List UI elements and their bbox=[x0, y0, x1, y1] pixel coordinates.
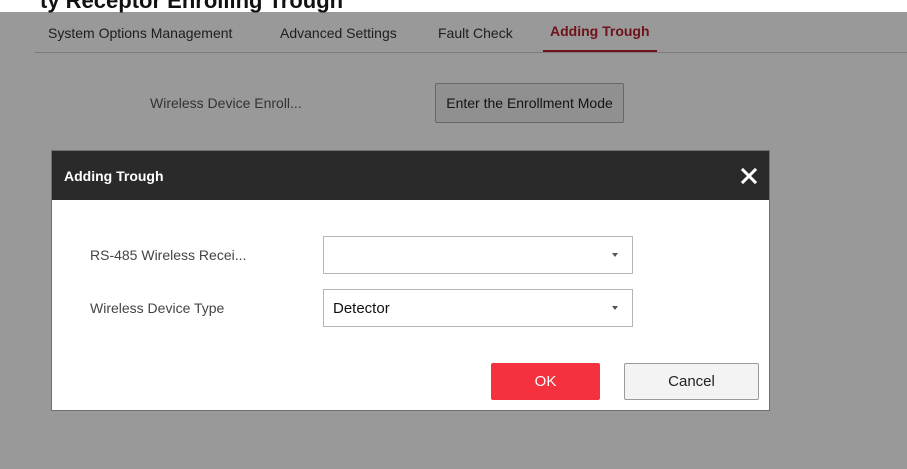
wireless-device-type-select[interactable]: Detector bbox=[323, 289, 633, 327]
ok-button[interactable]: OK bbox=[491, 363, 600, 400]
wireless-device-type-label: Wireless Device Type bbox=[90, 300, 225, 316]
dialog-header: Adding Trough bbox=[52, 151, 769, 200]
adding-trough-dialog: Adding Trough RS-485 Wireless Recei... W… bbox=[51, 150, 770, 411]
close-icon[interactable] bbox=[740, 167, 758, 185]
rs485-wireless-receiver-select[interactable] bbox=[323, 236, 633, 274]
rs485-wireless-receiver-label: RS-485 Wireless Recei... bbox=[90, 247, 247, 263]
dialog-title: Adding Trough bbox=[64, 168, 164, 184]
chevron-down-icon bbox=[612, 306, 618, 310]
cancel-button[interactable]: Cancel bbox=[624, 363, 759, 400]
wireless-device-type-value: Detector bbox=[333, 300, 390, 317]
chevron-down-icon bbox=[612, 253, 618, 257]
